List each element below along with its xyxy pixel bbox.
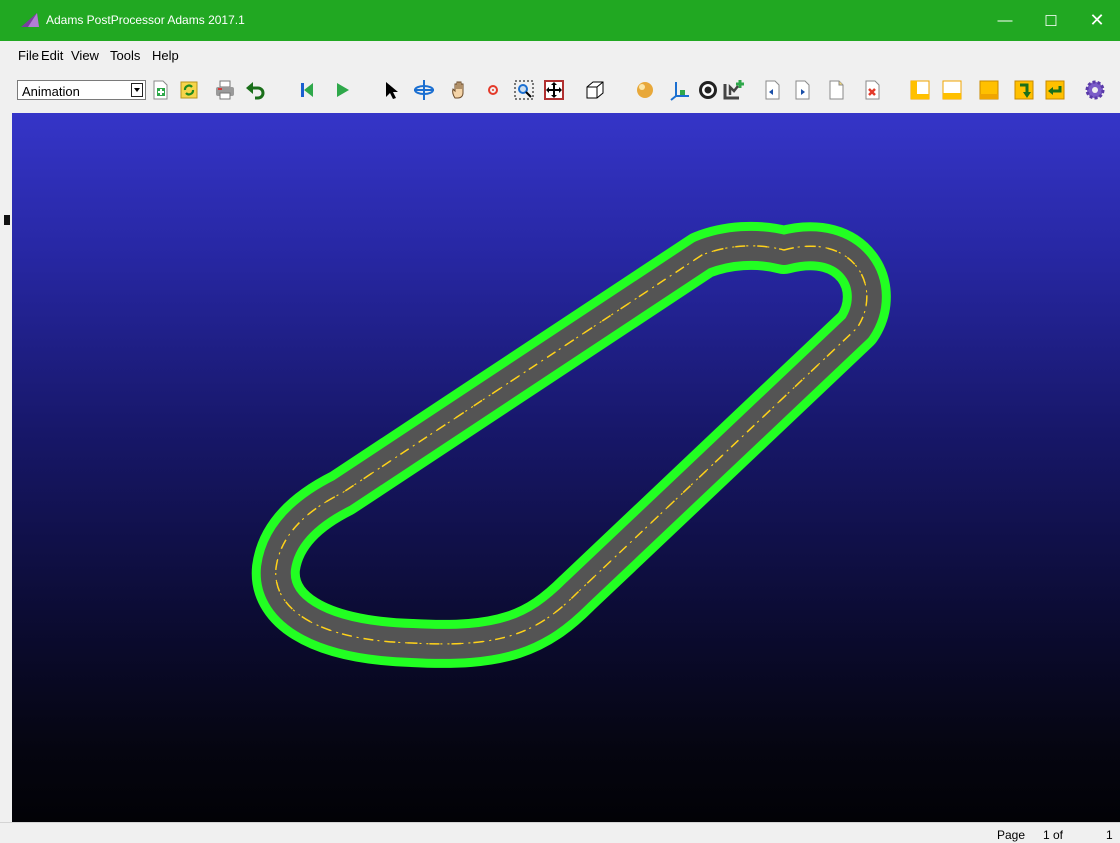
next-page-icon[interactable]: [790, 78, 814, 102]
maximize-button[interactable]: ☐: [1028, 0, 1074, 41]
new-page-blank-icon[interactable]: [824, 78, 848, 102]
animation-viewport[interactable]: [12, 113, 1120, 822]
mode-dropdown[interactable]: Animation: [17, 80, 146, 100]
menu-help[interactable]: Help: [152, 48, 179, 63]
prev-page-icon[interactable]: [760, 78, 784, 102]
toolbar: Animation: [12, 69, 1120, 113]
undo-icon[interactable]: [244, 78, 268, 102]
menu-view[interactable]: View: [71, 48, 99, 63]
minimize-button[interactable]: —: [982, 0, 1028, 41]
axes-triad-icon[interactable]: [668, 78, 692, 102]
select-arrow-icon[interactable]: [380, 78, 404, 102]
page-total: 1: [1106, 828, 1113, 842]
add-plot-icon[interactable]: [722, 78, 746, 102]
new-page-icon[interactable]: [148, 78, 172, 102]
chevron-down-icon[interactable]: [131, 83, 143, 97]
menu-file[interactable]: File: [18, 48, 39, 63]
mode-dropdown-value: Animation: [22, 84, 80, 99]
left-panel-strip: [0, 41, 12, 822]
cycle-icon[interactable]: [696, 78, 720, 102]
window-title: Adams PostProcessor Adams 2017.1: [46, 13, 245, 27]
render-sphere-icon[interactable]: [633, 78, 657, 102]
close-button[interactable]: ✕: [1074, 0, 1120, 41]
fit-icon[interactable]: [542, 78, 566, 102]
rotate-icon[interactable]: [412, 78, 436, 102]
zoom-box-icon[interactable]: [512, 78, 536, 102]
wireframe-icon[interactable]: [583, 78, 607, 102]
layout-left-icon[interactable]: [908, 78, 932, 102]
strip-marker: [4, 215, 10, 225]
menu-edit[interactable]: Edit: [41, 48, 63, 63]
menu-tools[interactable]: Tools: [110, 48, 140, 63]
refresh-icon[interactable]: [177, 78, 201, 102]
title-bar: Adams PostProcessor Adams 2017.1 — ☐ ✕: [0, 0, 1120, 41]
layout-full-icon[interactable]: [977, 78, 1001, 102]
menu-bar: File Edit View Tools Help: [12, 41, 1120, 69]
export-icon[interactable]: [1012, 78, 1036, 102]
center-icon[interactable]: [481, 78, 505, 102]
page-indicator: 1 of: [1043, 828, 1064, 842]
print-icon[interactable]: [213, 78, 237, 102]
rewind-icon[interactable]: [295, 78, 319, 102]
track-road: [260, 230, 882, 659]
adams-logo-icon: [21, 13, 39, 27]
pan-hand-icon[interactable]: [448, 78, 472, 102]
status-bar: Page 1 of 1: [0, 822, 1120, 843]
settings-icon[interactable]: [1083, 78, 1107, 102]
race-track-model: [251, 221, 891, 668]
return-icon[interactable]: [1043, 78, 1067, 102]
page-label: Page: [997, 828, 1026, 842]
play-icon[interactable]: [330, 78, 354, 102]
delete-page-icon[interactable]: [860, 78, 884, 102]
layout-bottom-icon[interactable]: [940, 78, 964, 102]
